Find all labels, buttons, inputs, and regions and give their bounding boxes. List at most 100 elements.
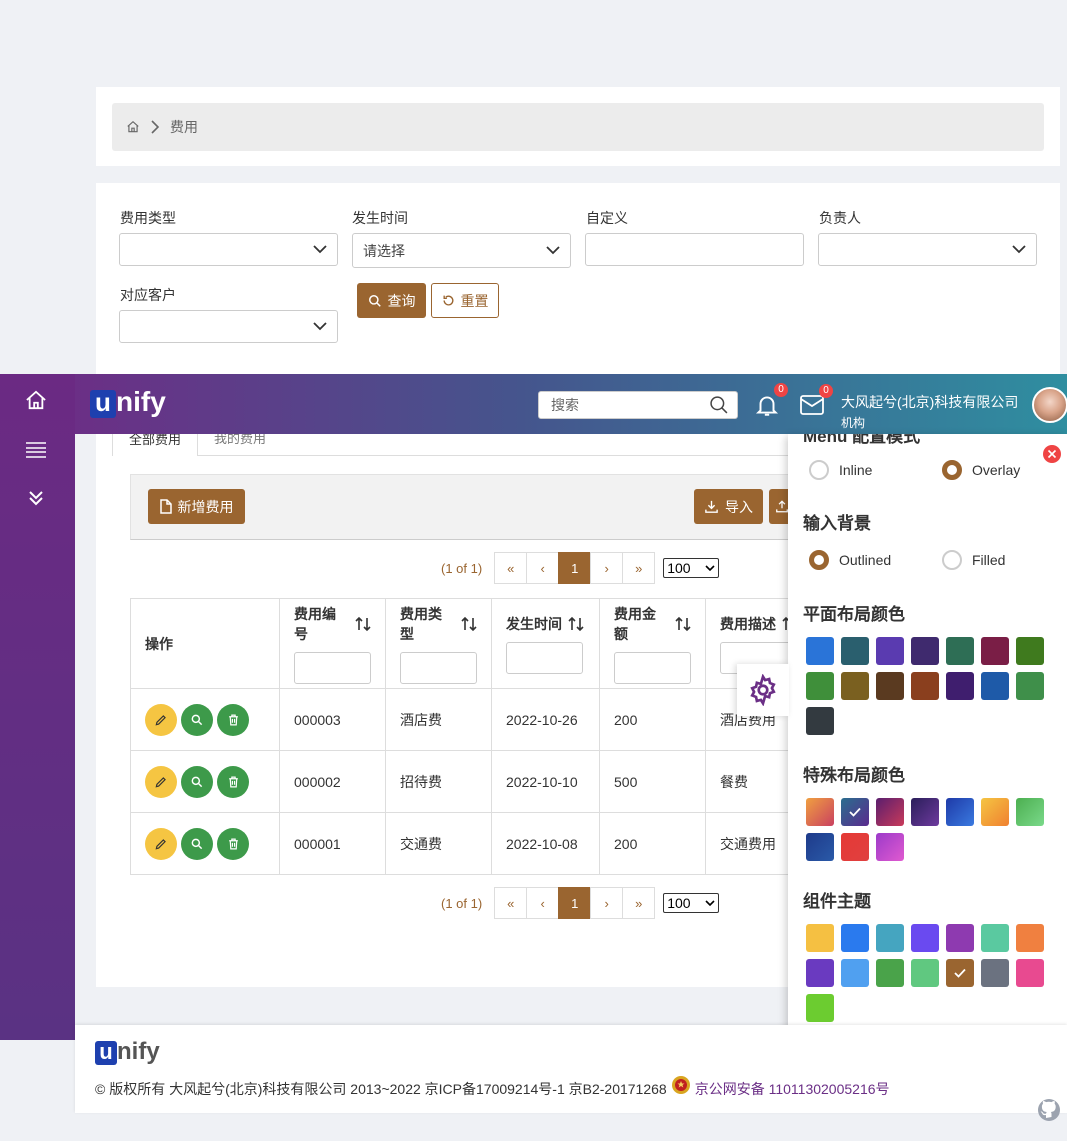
rows-per-page-select[interactable]: 100 (663, 893, 720, 913)
menu-icon[interactable] (25, 441, 47, 459)
occur-time-select[interactable]: 请选择 (352, 233, 571, 268)
col-time[interactable]: 发生时间 (491, 598, 600, 689)
special-color-swatch[interactable] (981, 798, 1009, 826)
theme-color-swatch[interactable] (1016, 924, 1044, 952)
first-page-button[interactable]: « (494, 887, 528, 919)
flat-color-swatch[interactable] (946, 637, 974, 665)
edit-button[interactable] (145, 765, 177, 798)
sort-icon[interactable] (675, 616, 691, 632)
input-bg-outlined[interactable]: Outlined (809, 550, 891, 570)
flat-color-swatch[interactable] (806, 637, 834, 665)
flat-color-swatch[interactable] (911, 672, 939, 700)
close-icon[interactable] (1042, 444, 1062, 464)
filter-code-input[interactable] (294, 651, 371, 684)
page-1-button[interactable]: 1 (558, 552, 592, 584)
theme-color-swatch[interactable] (1016, 959, 1044, 987)
theme-color-swatch[interactable] (841, 959, 869, 987)
add-expense-button[interactable]: 新增费用 (148, 489, 245, 524)
customer-select[interactable] (119, 310, 338, 343)
special-color-swatch[interactable] (876, 798, 904, 826)
filter-amount-input[interactable] (614, 651, 691, 684)
special-color-swatch[interactable] (806, 798, 834, 826)
menu-mode-inline[interactable]: Inline (809, 460, 872, 480)
messages-button[interactable]: 0 (799, 384, 833, 417)
app-logo[interactable]: u nify (90, 388, 166, 418)
flat-color-swatch[interactable] (841, 672, 869, 700)
user-company[interactable]: 大风起兮(北京)科技有限公司 机构 (841, 392, 1018, 431)
search-icon[interactable] (709, 395, 729, 415)
theme-color-swatch[interactable] (981, 959, 1009, 987)
flat-color-swatch[interactable] (806, 707, 834, 735)
flat-color-swatch[interactable] (1016, 637, 1044, 665)
special-color-swatch[interactable] (1016, 798, 1044, 826)
police-link[interactable]: 京公网安备 11011302005216号 (695, 1079, 890, 1099)
flat-color-swatch[interactable] (876, 637, 904, 665)
home-icon[interactable] (126, 120, 140, 134)
special-color-swatch[interactable] (876, 833, 904, 861)
avatar[interactable] (1032, 387, 1067, 423)
theme-color-swatch[interactable] (946, 959, 974, 987)
notifications-button[interactable]: 0 (754, 383, 788, 418)
double-chevron-down-icon[interactable] (28, 490, 44, 506)
config-toggle-button[interactable] (737, 664, 789, 716)
sort-icon[interactable] (355, 616, 371, 632)
theme-color-swatch[interactable] (876, 924, 904, 952)
prev-page-button[interactable]: ‹ (526, 887, 560, 919)
theme-color-swatch[interactable] (981, 924, 1009, 952)
export-button[interactable] (769, 489, 789, 524)
special-color-swatch[interactable] (946, 798, 974, 826)
import-button[interactable]: 导入 (694, 489, 763, 524)
last-page-button[interactable]: » (622, 552, 656, 584)
next-page-button[interactable]: › (590, 887, 624, 919)
flat-color-swatch[interactable] (981, 672, 1009, 700)
theme-color-swatch[interactable] (911, 959, 939, 987)
expense-type-select[interactable] (119, 233, 338, 266)
delete-button[interactable] (217, 827, 249, 860)
theme-color-swatch[interactable] (876, 959, 904, 987)
flat-color-swatch[interactable] (841, 637, 869, 665)
special-color-swatch[interactable] (841, 833, 869, 861)
filter-type-input[interactable] (400, 651, 477, 684)
rows-per-page-select[interactable]: 100 (663, 558, 720, 578)
last-page-button[interactable]: » (622, 887, 656, 919)
flat-color-swatch[interactable] (1016, 672, 1044, 700)
filter-time-input[interactable] (506, 641, 583, 674)
view-button[interactable] (181, 765, 213, 798)
special-color-swatch[interactable] (841, 798, 869, 826)
prev-page-button[interactable]: ‹ (526, 552, 560, 584)
theme-color-swatch[interactable] (806, 994, 834, 1022)
theme-color-swatch[interactable] (946, 924, 974, 952)
theme-color-swatch[interactable] (806, 924, 834, 952)
menu-mode-overlay[interactable]: Overlay (942, 460, 1020, 480)
view-button[interactable] (181, 827, 213, 860)
theme-color-swatch[interactable] (806, 959, 834, 987)
flat-color-swatch[interactable] (806, 672, 834, 700)
flat-color-swatch[interactable] (876, 672, 904, 700)
flat-color-swatch[interactable] (946, 672, 974, 700)
custom-input[interactable] (585, 233, 804, 266)
theme-color-swatch[interactable] (911, 924, 939, 952)
search-input[interactable]: 搜索 (538, 391, 738, 419)
edit-button[interactable] (145, 703, 177, 736)
delete-button[interactable] (217, 703, 249, 736)
special-color-swatch[interactable] (806, 833, 834, 861)
reset-button[interactable]: 重置 (431, 283, 499, 318)
col-code[interactable]: 费用编号 (279, 598, 386, 689)
github-icon[interactable] (1037, 1098, 1061, 1122)
input-bg-filled[interactable]: Filled (942, 550, 1005, 570)
edit-button[interactable] (145, 827, 177, 860)
flat-color-swatch[interactable] (981, 637, 1009, 665)
first-page-button[interactable]: « (494, 552, 528, 584)
page-1-button[interactable]: 1 (558, 887, 592, 919)
owner-select[interactable] (818, 233, 1037, 266)
view-button[interactable] (181, 703, 213, 736)
query-button[interactable]: 查询 (357, 283, 426, 318)
home-icon[interactable] (25, 390, 47, 410)
col-amount[interactable]: 费用金额 (599, 598, 706, 689)
sort-icon[interactable] (568, 616, 584, 632)
theme-color-swatch[interactable] (841, 924, 869, 952)
flat-color-swatch[interactable] (911, 637, 939, 665)
next-page-button[interactable]: › (590, 552, 624, 584)
delete-button[interactable] (217, 765, 249, 798)
sort-icon[interactable] (461, 616, 477, 632)
